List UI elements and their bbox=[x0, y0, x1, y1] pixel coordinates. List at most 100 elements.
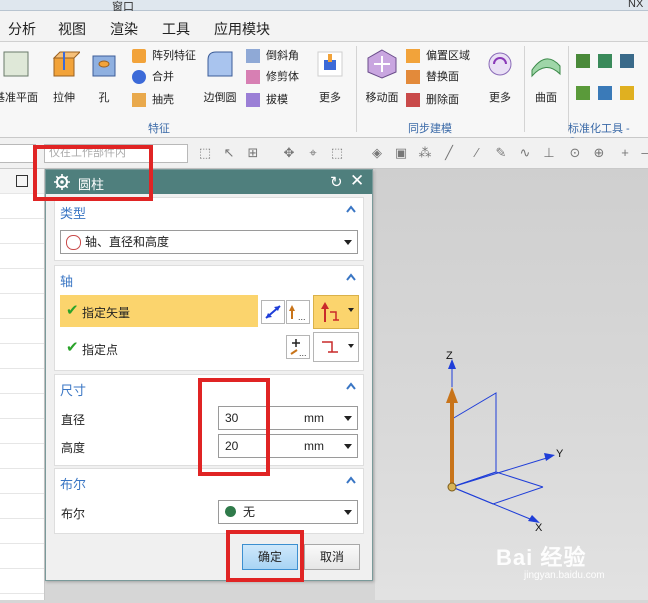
axis-section: 轴 ✔ 指定矢量 ... ✔ 指定点 ... bbox=[54, 265, 364, 371]
chevron-up-icon[interactable] bbox=[345, 271, 357, 283]
std-tool-icon[interactable] bbox=[620, 86, 634, 100]
offset-region-button[interactable]: 偏置区域 bbox=[406, 46, 470, 66]
list-item[interactable] bbox=[0, 419, 44, 444]
move-face-button[interactable]: 移动面 bbox=[360, 48, 404, 105]
dimensions-section-header[interactable]: 尺寸 bbox=[60, 380, 86, 399]
std-tool-icon[interactable] bbox=[620, 54, 634, 68]
std-tool-icon[interactable] bbox=[576, 54, 590, 68]
box-select-icon[interactable]: ⬚ bbox=[330, 146, 344, 160]
menu-analysis[interactable]: 分析 bbox=[8, 19, 36, 39]
type-select[interactable]: 轴、直径和高度 bbox=[60, 230, 358, 254]
surface-icon bbox=[531, 58, 561, 78]
chevron-up-icon[interactable] bbox=[345, 380, 357, 392]
pattern-feature-label: 阵列特征 bbox=[152, 50, 196, 62]
hole-button[interactable]: 孔 bbox=[82, 48, 126, 105]
list-item[interactable] bbox=[0, 394, 44, 419]
chamfer-button[interactable]: 倒斜角 bbox=[246, 46, 299, 66]
list-item[interactable] bbox=[0, 244, 44, 269]
chevron-down-icon[interactable] bbox=[344, 416, 352, 421]
edge-blend-button[interactable]: 边倒圆 bbox=[198, 48, 242, 105]
menu-tools[interactable]: 工具 bbox=[162, 19, 190, 39]
y-axis-arrow-icon bbox=[544, 453, 555, 461]
list-item[interactable] bbox=[0, 344, 44, 369]
move-icon[interactable]: ✥ bbox=[282, 146, 296, 160]
pointer-icon[interactable]: ↖ bbox=[222, 146, 236, 160]
list-item[interactable] bbox=[0, 269, 44, 294]
unite-button[interactable]: 合并 bbox=[132, 67, 174, 87]
trim-body-button[interactable]: 修剪体 bbox=[246, 67, 299, 87]
curve-icon[interactable]: ∕ bbox=[470, 146, 484, 160]
pen-icon[interactable]: ✎ bbox=[494, 146, 508, 160]
replace-face-icon bbox=[406, 70, 420, 84]
solid-icon[interactable]: ◈ bbox=[370, 146, 384, 160]
extrude-icon bbox=[52, 51, 82, 77]
type-filter-combo[interactable] bbox=[0, 144, 36, 163]
list-item[interactable] bbox=[0, 569, 44, 594]
chevron-up-icon[interactable] bbox=[345, 203, 357, 215]
more-feature-button[interactable]: 更多 bbox=[308, 48, 352, 105]
more-feature-label: 更多 bbox=[319, 92, 341, 104]
boolean-select[interactable]: 无 bbox=[218, 500, 358, 524]
surface-button[interactable]: 曲面 bbox=[524, 48, 568, 105]
list-item[interactable] bbox=[0, 444, 44, 469]
points-icon[interactable]: ⁂ bbox=[418, 146, 432, 160]
quadrant-icon[interactable]: ⊕ bbox=[592, 146, 606, 160]
more-sync-button[interactable]: 更多 bbox=[478, 48, 522, 105]
std-tool-icon[interactable] bbox=[576, 86, 590, 100]
chevron-down-icon bbox=[344, 510, 352, 515]
extrude-button[interactable]: 拉伸 bbox=[42, 48, 86, 105]
pattern-feature-icon bbox=[132, 49, 146, 63]
point-type-dropdown[interactable] bbox=[313, 332, 359, 362]
boolean-section-header[interactable]: 布尔 bbox=[60, 474, 86, 493]
std-tool-icon[interactable] bbox=[598, 86, 612, 100]
minus-icon[interactable]: – bbox=[638, 146, 648, 160]
replace-face-button[interactable]: 替换面 bbox=[406, 67, 459, 87]
replace-face-label: 替换面 bbox=[426, 71, 459, 83]
axis-section-header[interactable]: 轴 bbox=[60, 271, 73, 290]
line-icon[interactable]: ╱ bbox=[442, 146, 456, 160]
pattern-feature-button[interactable]: 阵列特征 bbox=[132, 46, 196, 66]
list-item[interactable] bbox=[0, 294, 44, 319]
vector-type-dropdown[interactable] bbox=[313, 295, 359, 329]
snap-icon[interactable]: ⊞ bbox=[246, 146, 260, 160]
reset-icon[interactable]: ↻ bbox=[330, 173, 343, 191]
chevron-up-icon[interactable] bbox=[345, 474, 357, 486]
reverse-direction-button[interactable] bbox=[261, 300, 285, 324]
shell-button[interactable]: 抽壳 bbox=[132, 90, 174, 110]
list-item[interactable] bbox=[0, 544, 44, 569]
spline-icon[interactable]: ∿ bbox=[518, 146, 532, 160]
cube-icon[interactable]: ▣ bbox=[394, 146, 408, 160]
list-item[interactable] bbox=[0, 369, 44, 394]
list-item[interactable] bbox=[0, 494, 44, 519]
maximize-icon[interactable] bbox=[16, 175, 28, 187]
datum-plane-button[interactable]: 基准平面 bbox=[0, 48, 38, 105]
list-item[interactable] bbox=[0, 519, 44, 544]
close-icon[interactable]: ✕ bbox=[350, 171, 364, 191]
list-item[interactable] bbox=[0, 319, 44, 344]
vector-arrow-icon[interactable] bbox=[446, 387, 458, 403]
chevron-down-icon[interactable] bbox=[344, 444, 352, 449]
ribbon: 基准平面 拉伸 孔 阵列特征 合并 抽壳 边倒圆 倒斜角 修剪体 拔模 bbox=[0, 42, 648, 148]
cancel-button[interactable]: 取消 bbox=[304, 544, 360, 570]
x-axis-line bbox=[451, 486, 536, 522]
origin-point-icon[interactable] bbox=[447, 482, 457, 492]
menu-render[interactable]: 渲染 bbox=[110, 19, 138, 39]
graphics-viewport[interactable]: X Y Z bbox=[375, 169, 648, 600]
circle-center-icon[interactable]: ⊙ bbox=[568, 146, 582, 160]
draft-button[interactable]: 拔模 bbox=[246, 90, 288, 110]
filter-icon[interactable]: ⌖ bbox=[306, 146, 320, 160]
std-tool-icon[interactable] bbox=[598, 54, 612, 68]
menu-app-modules[interactable]: 应用模块 bbox=[214, 19, 270, 39]
specify-vector-row[interactable]: ✔ 指定矢量 bbox=[60, 295, 258, 327]
edge-blend-label: 边倒圆 bbox=[203, 92, 237, 104]
type-section-header[interactable]: 类型 bbox=[60, 203, 86, 222]
list-item[interactable] bbox=[0, 469, 44, 494]
point-dialog-button[interactable]: ... bbox=[286, 335, 310, 359]
select-icon[interactable]: ⬚ bbox=[198, 146, 212, 160]
delete-face-button[interactable]: 删除面 bbox=[406, 90, 459, 110]
vertex-icon[interactable]: ⊥ bbox=[542, 146, 556, 160]
list-item[interactable] bbox=[0, 219, 44, 244]
vector-dialog-button[interactable]: ... bbox=[286, 300, 310, 324]
menu-view[interactable]: 视图 bbox=[58, 19, 86, 39]
plus-icon[interactable]: + bbox=[618, 146, 632, 160]
